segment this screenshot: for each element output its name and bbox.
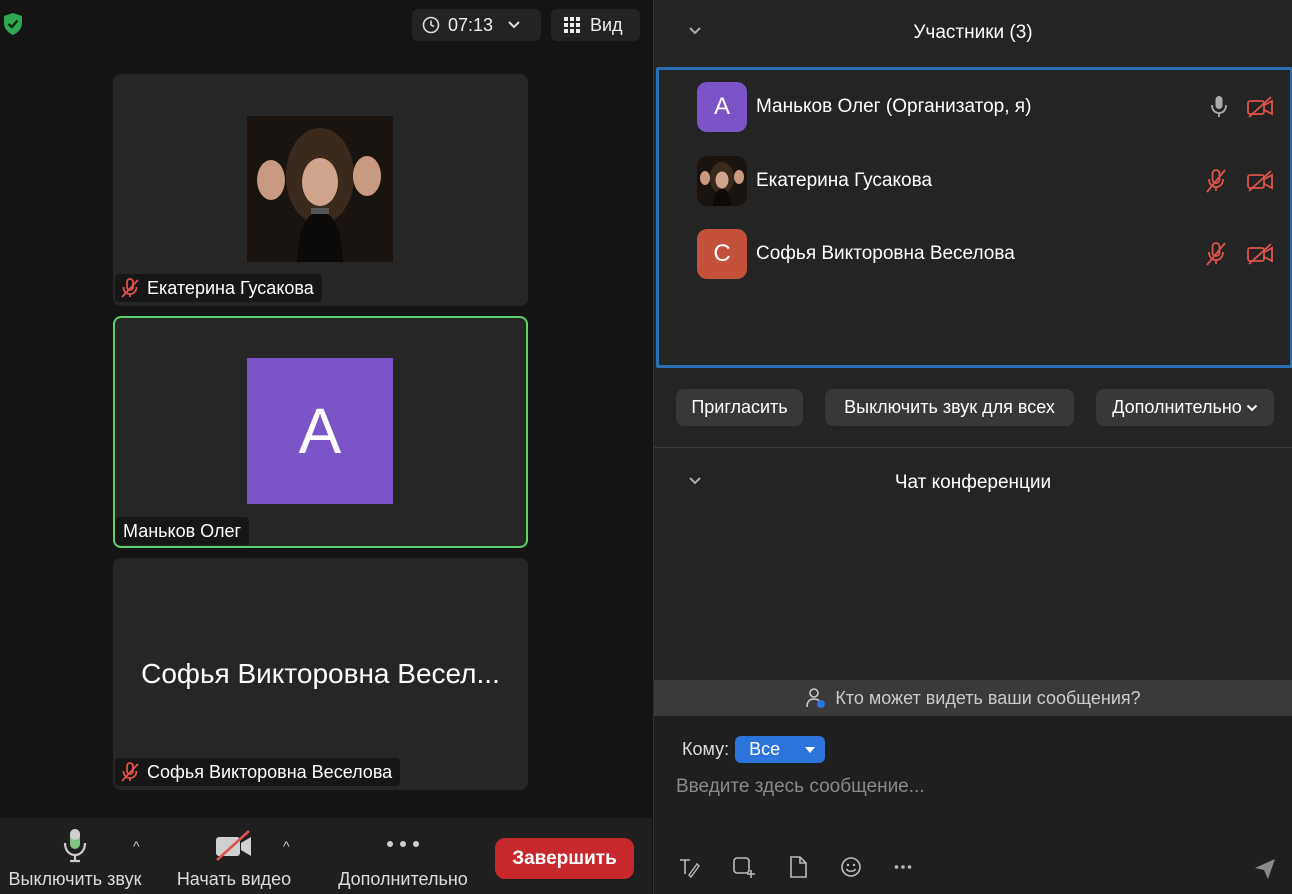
participant-name: Маньков Олег (Организатор, я) bbox=[756, 96, 1032, 117]
participants-header: Участники (3) bbox=[654, 0, 1292, 66]
mute-label: Выключить звук bbox=[8, 869, 142, 889]
avatar-letter: A bbox=[713, 93, 730, 120]
microphone-icon bbox=[63, 829, 87, 863]
more-dots-icon bbox=[387, 841, 419, 847]
tile-display-name: Софья Викторовна Весел... bbox=[141, 658, 500, 689]
participant-avatar: A bbox=[697, 82, 747, 132]
chat-tools bbox=[678, 856, 912, 878]
avatar-letter: A bbox=[298, 395, 342, 467]
more-label: Дополнительно bbox=[1112, 397, 1242, 417]
chevron-down-icon bbox=[508, 21, 520, 29]
screenshot-icon[interactable] bbox=[732, 856, 756, 878]
timer-text: 07:13 bbox=[448, 14, 494, 35]
participant-row[interactable]: A Маньков Олег (Организатор, я) bbox=[697, 82, 1290, 132]
video-area: 07:13 Вид Екатерина Гусакова A Маньков О… bbox=[0, 0, 652, 894]
meeting-timer[interactable]: 07:13 bbox=[412, 9, 541, 41]
participant-status bbox=[1210, 95, 1274, 119]
more-dots-icon[interactable] bbox=[894, 864, 912, 870]
who-can-see-text: Кто может видеть ваши сообщения? bbox=[835, 687, 1141, 708]
security-shield-icon[interactable] bbox=[2, 12, 24, 36]
chat-title: Чат конференции bbox=[894, 472, 1052, 493]
chevron-down-icon bbox=[1246, 404, 1257, 411]
tile-name: Маньков Олег bbox=[123, 520, 242, 541]
muted-mic-icon bbox=[1206, 169, 1226, 193]
video-tile-active[interactable]: A Маньков Олег bbox=[113, 316, 528, 548]
view-label: Вид bbox=[590, 14, 623, 35]
who-can-see-link[interactable]: Кто может видеть ваши сообщения? bbox=[654, 680, 1292, 716]
tile-name-tag: Екатерина Гусакова bbox=[115, 274, 322, 302]
muted-mic-icon bbox=[1206, 242, 1226, 266]
video-label: Начать видео bbox=[176, 869, 292, 889]
file-icon[interactable] bbox=[788, 856, 808, 878]
tile-name: Екатерина Гусакова bbox=[147, 277, 314, 298]
more-label: Дополнительно bbox=[338, 869, 468, 889]
video-off-icon bbox=[1247, 243, 1273, 265]
tile-name: Софья Викторовна Веселова bbox=[147, 761, 393, 782]
meeting-toolbar: Выключить звук ^ Начать видео ^ Дополнит… bbox=[0, 818, 652, 894]
participant-avatar: C bbox=[697, 229, 747, 279]
participant-row[interactable]: Екатерина Гусакова bbox=[697, 156, 1290, 206]
person-icon bbox=[806, 688, 826, 708]
format-text-icon[interactable] bbox=[678, 856, 700, 878]
participant-row[interactable]: C Софья Викторовна Веселова bbox=[697, 229, 1290, 279]
microphone-icon bbox=[1211, 96, 1227, 117]
video-options-chevron-icon[interactable]: ^ bbox=[283, 838, 290, 854]
recipient-value: Все bbox=[749, 739, 781, 759]
more-button[interactable]: Дополнительно bbox=[328, 818, 478, 894]
chat-header: Чат конференции bbox=[654, 450, 1292, 516]
send-icon[interactable] bbox=[1254, 858, 1276, 880]
grid-icon bbox=[564, 17, 580, 33]
participant-name: Софья Викторовна Веселова bbox=[756, 243, 1015, 264]
tile-name-tag: Софья Викторовна Веселова bbox=[115, 758, 401, 786]
side-panel: Участники (3) A Маньков Олег (Организато… bbox=[653, 0, 1292, 894]
clock-icon bbox=[422, 16, 440, 34]
participants-list: A Маньков Олег (Организатор, я) Екатерин… bbox=[656, 67, 1292, 368]
participant-photo bbox=[697, 156, 747, 206]
participant-avatar-photo bbox=[697, 156, 747, 206]
recipient-select[interactable]: Все bbox=[735, 736, 826, 763]
collapse-chevron-icon[interactable] bbox=[688, 26, 702, 36]
participants-actions: Пригласить Выключить звук для всех Допол… bbox=[654, 389, 1292, 427]
emoji-icon[interactable] bbox=[840, 856, 862, 878]
participant-photo bbox=[247, 116, 393, 262]
mute-button[interactable]: Выключить звук bbox=[0, 818, 150, 894]
video-tile[interactable]: Екатерина Гусакова bbox=[113, 74, 528, 306]
end-meeting-button[interactable]: Завершить bbox=[495, 838, 634, 879]
participant-avatar: A bbox=[247, 358, 393, 504]
participants-title: Участники (3) bbox=[913, 22, 1033, 43]
invite-button[interactable]: Пригласить bbox=[676, 389, 803, 426]
muted-mic-icon bbox=[121, 278, 139, 298]
dropdown-triangle-icon bbox=[805, 746, 816, 753]
view-button[interactable]: Вид bbox=[551, 9, 640, 41]
video-off-icon bbox=[1247, 170, 1273, 192]
message-input[interactable] bbox=[676, 772, 1236, 802]
recipient-row: Кому: Все bbox=[682, 736, 826, 763]
video-tile[interactable]: Софья Викторовна Весел... Софья Викторов… bbox=[113, 558, 528, 790]
muted-mic-icon bbox=[121, 762, 139, 782]
chat-compose: Кому: Все bbox=[654, 716, 1292, 894]
participant-status bbox=[1204, 168, 1274, 194]
mute-all-button[interactable]: Выключить звук для всех bbox=[825, 389, 1074, 426]
avatar-letter: C bbox=[713, 240, 731, 267]
audio-options-chevron-icon[interactable]: ^ bbox=[133, 838, 140, 854]
participant-status bbox=[1204, 241, 1274, 267]
to-label: Кому: bbox=[682, 739, 730, 759]
panel-divider bbox=[654, 447, 1292, 448]
video-off-icon bbox=[1247, 96, 1273, 118]
start-video-button[interactable]: Начать видео bbox=[168, 818, 300, 894]
participant-name: Екатерина Гусакова bbox=[756, 170, 933, 191]
tile-name-tag: Маньков Олег bbox=[115, 517, 250, 545]
video-off-icon bbox=[216, 830, 251, 861]
collapse-chevron-icon[interactable] bbox=[688, 476, 702, 486]
participants-more-button[interactable]: Дополнительно bbox=[1096, 389, 1274, 426]
